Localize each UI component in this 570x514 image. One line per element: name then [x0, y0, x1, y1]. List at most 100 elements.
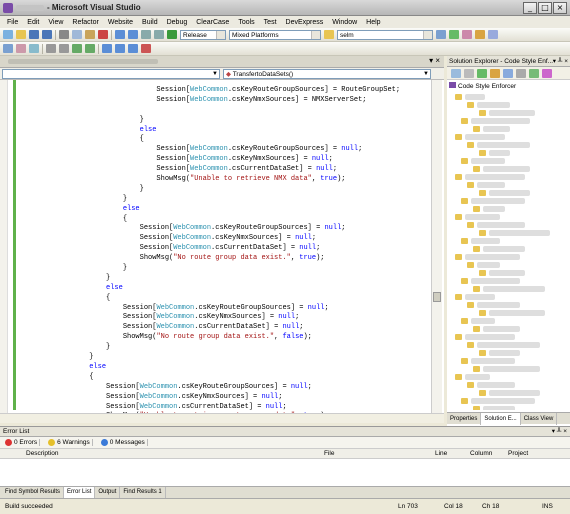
scroll-thumb[interactable] [433, 292, 441, 302]
menu-build[interactable]: Build [142, 19, 158, 26]
next-bookmark-icon[interactable] [128, 44, 138, 53]
menu-clearcase[interactable]: ClearCase [196, 19, 229, 26]
menu-file[interactable]: File [7, 19, 18, 26]
code-line[interactable]: { [22, 373, 400, 383]
bookmark-icon[interactable] [102, 44, 112, 53]
member-combo[interactable]: ◆ TransfertoDataSets() ▼ [223, 69, 431, 79]
tree-item-redacted[interactable] [465, 94, 485, 100]
code-line[interactable]: Session[WebCommon.csKeyNmxSources] = nul… [22, 393, 400, 403]
new-project-icon[interactable] [3, 30, 13, 39]
delete-icon[interactable] [98, 30, 108, 39]
navigate-forward-icon[interactable] [154, 30, 164, 39]
type-combo[interactable]: ▼ [2, 69, 220, 79]
tree-item-redacted[interactable] [465, 334, 515, 340]
tree-item-redacted[interactable] [471, 398, 535, 404]
increase-indent-icon[interactable] [59, 44, 69, 53]
tree-root[interactable]: Code Style Enforcer [449, 82, 516, 90]
col-column[interactable]: Column [470, 450, 492, 457]
code-line[interactable]: } [22, 264, 400, 274]
tab-find-symbol-results[interactable]: Find Symbol Results [2, 487, 65, 498]
undo-icon[interactable] [115, 30, 125, 39]
document-tab[interactable] [8, 59, 158, 64]
code-line[interactable]: Session[WebCommon.csCurrentDataSet] = nu… [22, 403, 400, 413]
menu-tools[interactable]: Tools [238, 19, 254, 26]
tree-item-redacted[interactable] [483, 166, 530, 172]
copy-website-icon[interactable] [529, 68, 539, 78]
code-line[interactable]: } [22, 195, 400, 205]
code-line[interactable]: Session[WebCommon.csKeyNmxSources] = nul… [22, 234, 400, 244]
tree-item-redacted[interactable] [477, 182, 505, 188]
properties-tool-icon[interactable] [451, 68, 461, 78]
paste-icon[interactable] [85, 30, 95, 39]
tree-item-redacted[interactable] [483, 246, 525, 252]
code-line[interactable]: } [22, 343, 400, 353]
col-line[interactable]: Line [435, 450, 447, 457]
code-line[interactable] [22, 106, 400, 116]
code-line[interactable]: Session[WebCommon.csKeyRouteGroupSources… [22, 383, 400, 393]
view-designer-icon[interactable] [503, 68, 513, 78]
tree-item-redacted[interactable] [471, 238, 500, 244]
open-icon[interactable] [16, 30, 26, 39]
menu-debug[interactable]: Debug [167, 19, 188, 26]
tree-item-redacted[interactable] [483, 286, 545, 292]
tree-item-redacted[interactable] [465, 174, 525, 180]
tree-item-redacted[interactable] [489, 230, 550, 236]
refresh-icon[interactable] [477, 68, 487, 78]
tree-item-redacted[interactable] [489, 110, 535, 116]
tab-properties[interactable]: Properties [447, 412, 482, 425]
tree-item-redacted[interactable] [465, 294, 495, 300]
code-text[interactable]: Session[WebCommon.csKeyRouteGroupSources… [22, 86, 400, 413]
tab-error-list[interactable]: Error List [64, 487, 96, 498]
find-combo[interactable]: selm [337, 29, 433, 40]
tree-item-redacted[interactable] [471, 358, 515, 364]
tree-item-redacted[interactable] [489, 270, 525, 276]
navigate-back-icon[interactable] [141, 30, 151, 39]
tree-item-redacted[interactable] [483, 366, 540, 372]
nest-icon[interactable] [516, 68, 526, 78]
menu-edit[interactable]: Edit [27, 19, 39, 26]
tree-item-redacted[interactable] [471, 158, 505, 164]
error-list-pin-icon[interactable]: ▾ ╨ × [552, 427, 567, 437]
code-line[interactable]: { [22, 135, 400, 145]
tree-item-redacted[interactable] [489, 150, 510, 156]
tree-item-redacted[interactable] [477, 382, 515, 388]
code-line[interactable]: else [22, 284, 400, 294]
code-line[interactable]: } [22, 116, 400, 126]
start-debug-icon[interactable] [167, 30, 177, 39]
close-button[interactable]: × [553, 2, 567, 14]
show-all-files-icon[interactable] [464, 68, 474, 78]
menu-view[interactable]: View [48, 19, 63, 26]
tree-item-redacted[interactable] [471, 118, 530, 124]
tree-item-redacted[interactable] [483, 126, 510, 132]
tree-item-redacted[interactable] [483, 406, 515, 410]
save-all-icon[interactable] [42, 30, 52, 39]
uncomment-icon[interactable] [85, 44, 95, 53]
code-line[interactable]: Session[WebCommon.csCurrentDataSet] = nu… [22, 165, 400, 175]
tree-item-redacted[interactable] [489, 350, 520, 356]
code-line[interactable]: } [22, 353, 400, 363]
tree-item-redacted[interactable] [471, 318, 495, 324]
tree-item-redacted[interactable] [489, 190, 530, 196]
code-editor[interactable]: Session[WebCommon.csKeyRouteGroupSources… [0, 80, 444, 413]
tree-item-redacted[interactable] [465, 134, 505, 140]
tree-item-redacted[interactable] [483, 206, 505, 212]
save-icon[interactable] [29, 30, 39, 39]
code-line[interactable]: } [22, 274, 400, 284]
clear-bookmarks-icon[interactable] [141, 44, 151, 53]
code-line[interactable]: Session[WebCommon.csKeyRouteGroupSources… [22, 224, 400, 234]
code-line[interactable]: { [22, 215, 400, 225]
tab-class-view[interactable]: Class View [521, 412, 558, 425]
horizontal-scrollbar[interactable] [0, 413, 444, 423]
tree-item-redacted[interactable] [489, 390, 540, 396]
errors-filter[interactable]: 0 Errors [3, 439, 41, 446]
comment-icon[interactable] [72, 44, 82, 53]
tree-item-redacted[interactable] [465, 214, 500, 220]
tree-item-redacted[interactable] [477, 222, 525, 228]
start-page-icon[interactable] [488, 30, 498, 39]
tree-item-redacted[interactable] [483, 326, 520, 332]
maximize-button[interactable]: □ [538, 2, 552, 14]
find-in-files-icon[interactable] [324, 30, 334, 39]
code-line[interactable]: Session[WebCommon.csCurrentDataSet] = nu… [22, 323, 400, 333]
solution-tree[interactable]: Code Style Enforcer [447, 80, 570, 410]
code-line[interactable]: Session[WebCommon.csKeyRouteGroupSources… [22, 304, 400, 314]
